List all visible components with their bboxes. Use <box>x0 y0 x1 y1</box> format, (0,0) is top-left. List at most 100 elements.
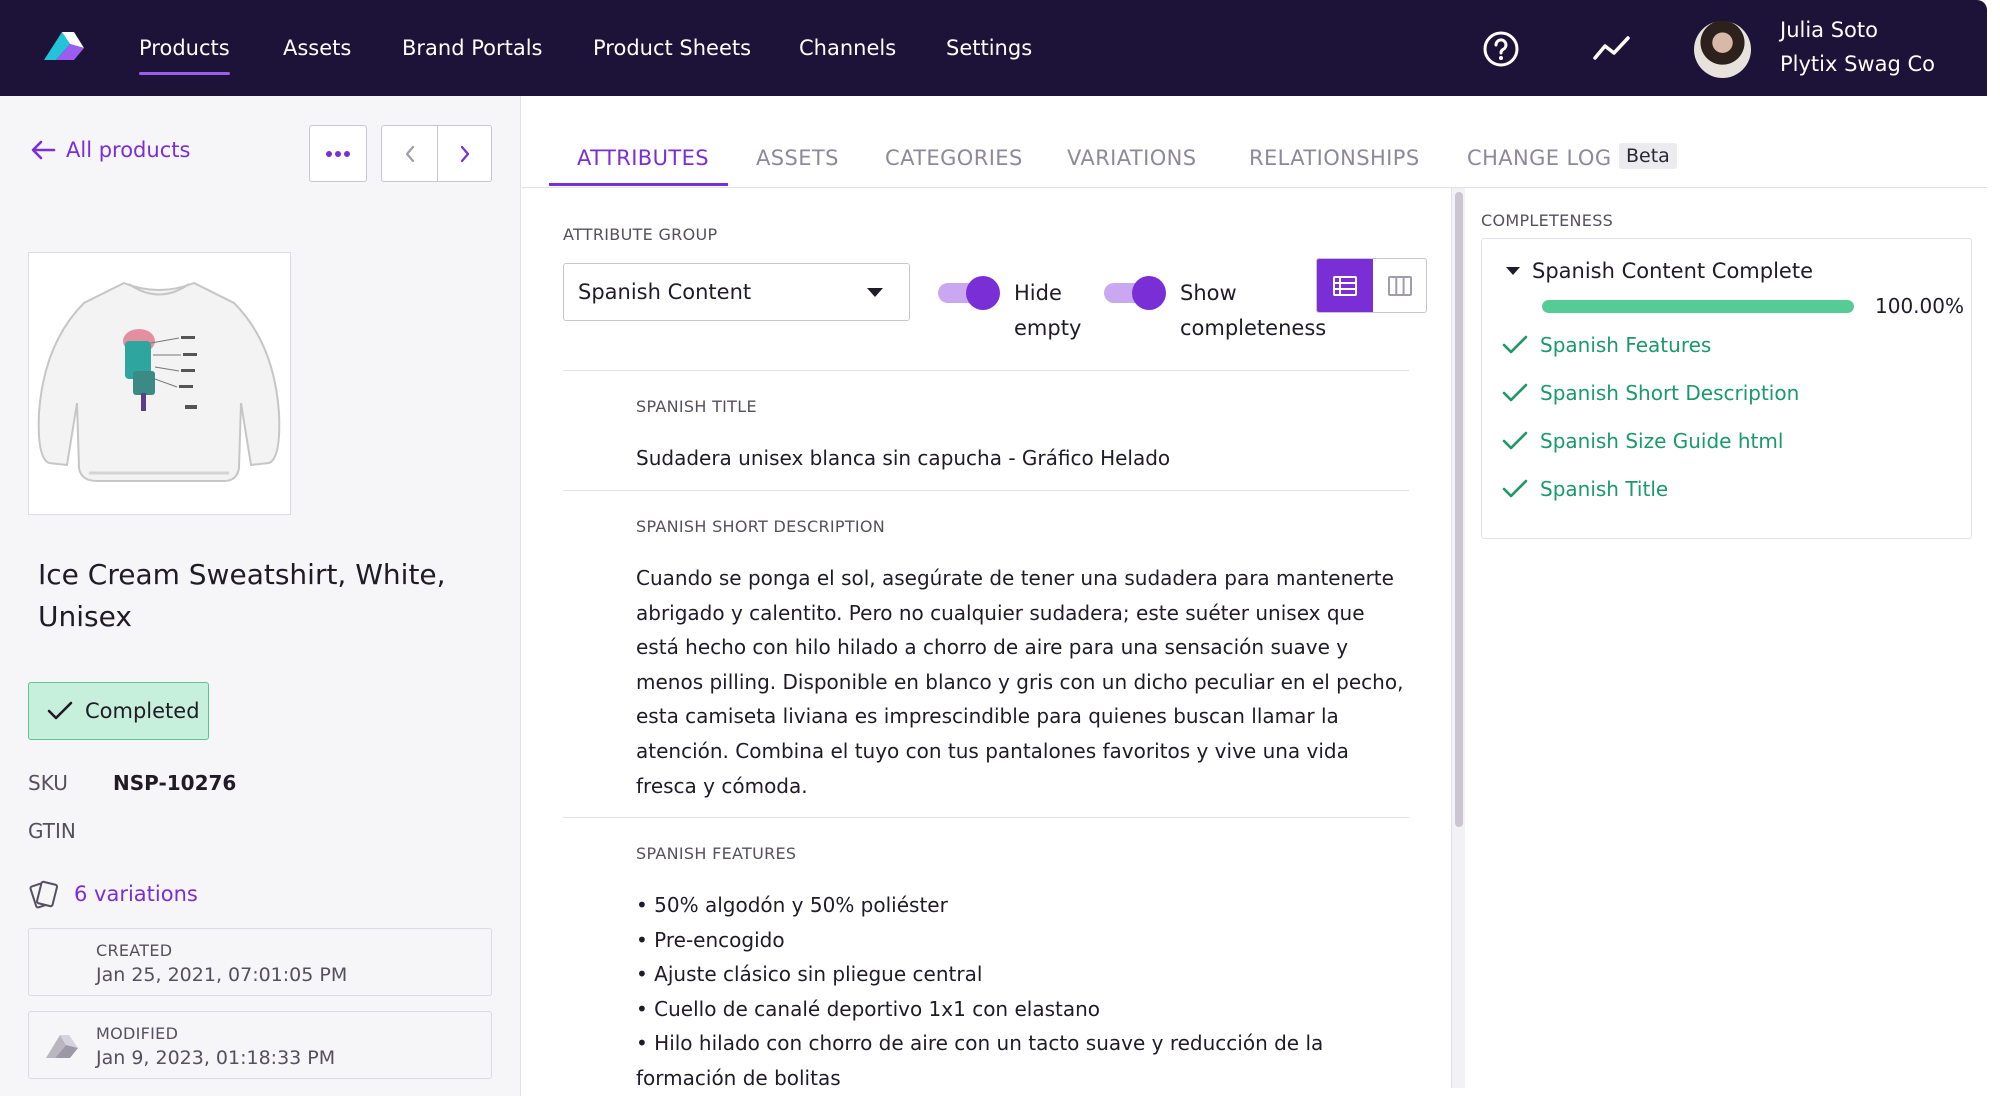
product-title: Ice Cream Sweatshirt, White, Unisex <box>38 558 446 633</box>
chevron-left-icon <box>405 145 414 162</box>
variations-icon <box>29 880 58 909</box>
attribute-group-label: ATTRIBUTE GROUP <box>563 225 718 244</box>
text-line: abrigado y calentito. Pero no cualquier … <box>636 600 1365 625</box>
created-value: Jan 25, 2021, 07:01:05 PM <box>96 964 348 986</box>
view-mode-switch <box>1316 258 1427 313</box>
completeness-progress-bar <box>1542 300 1854 313</box>
nav-channels[interactable]: Channels <box>799 36 896 60</box>
completeness-item-spanish-features[interactable]: Spanish Features <box>1502 333 1711 357</box>
tab-variations[interactable]: VARIATIONS <box>1067 146 1197 170</box>
text-line: • Pre-encogido <box>636 927 785 952</box>
plytix-logo-icon[interactable] <box>40 26 88 66</box>
completeness-item-spanish-size-guide[interactable]: Spanish Size Guide html <box>1502 429 1783 453</box>
status-label: Completed <box>85 699 200 723</box>
tab-relationships[interactable]: RELATIONSHIPS <box>1249 146 1420 170</box>
gtin-label: GTIN <box>28 819 76 843</box>
user-name[interactable]: Julia Soto <box>1780 18 1878 42</box>
avatar[interactable] <box>1694 21 1751 78</box>
show-completeness-toggle[interactable] <box>1104 276 1166 310</box>
content-scrollbar[interactable] <box>1451 188 1465 1088</box>
completeness-percent: 100.00% <box>1875 294 1964 318</box>
tab-categories[interactable]: CATEGORIES <box>885 146 1023 170</box>
check-icon <box>1502 431 1528 450</box>
scrollbar-thumb[interactable] <box>1455 192 1463 827</box>
tab-assets[interactable]: ASSETS <box>756 146 839 170</box>
arrow-left-icon <box>31 140 56 160</box>
tab-attributes[interactable]: ATTRIBUTES <box>577 146 709 170</box>
completeness-group-toggle[interactable]: Spanish Content Complete <box>1506 259 1813 283</box>
list-view-icon <box>1333 275 1357 296</box>
text-line: atención. Combina el tuyo con tus pantal… <box>636 738 1349 763</box>
caret-down-icon <box>867 288 883 297</box>
modified-value: Jan 9, 2023, 01:18:33 PM <box>96 1047 336 1069</box>
created-card: CREATED Jan 25, 2021, 07:01:05 PM <box>28 928 492 996</box>
tab-change-log[interactable]: CHANGE LOG <box>1467 146 1612 170</box>
toggle-knob <box>966 276 1000 310</box>
status-badge: Completed <box>28 682 209 740</box>
variations-link[interactable]: 6 variations <box>28 879 198 909</box>
attribute-group-select[interactable]: Spanish Content <box>563 263 910 321</box>
modified-card: MODIFIED Jan 9, 2023, 01:18:33 PM <box>28 1011 492 1079</box>
completeness-item-label: Spanish Title <box>1540 477 1669 501</box>
text-line: Cuando se ponga el sol, asegúrate de ten… <box>636 566 1394 590</box>
completeness-item-spanish-short-description[interactable]: Spanish Short Description <box>1502 381 1799 405</box>
text-line: formación de bolitas <box>636 1065 841 1090</box>
created-label: CREATED <box>96 941 173 960</box>
spanish-title-value[interactable]: Sudadera unisex blanca sin capucha - Grá… <box>636 441 1396 476</box>
text-line: fresca y cómoda. <box>636 773 808 798</box>
text-line: • Hilo hilado con chorro de aire con un … <box>636 1031 1324 1056</box>
spanish-features-label: SPANISH FEATURES <box>636 844 797 863</box>
completeness-item-label: Spanish Features <box>1540 333 1712 357</box>
active-tab-indicator <box>549 183 728 186</box>
more-actions-button[interactable] <box>309 125 367 182</box>
top-navigation-bar: Products Assets Brand Portals Product Sh… <box>0 0 1987 96</box>
spanish-short-description-label: SPANISH SHORT DESCRIPTION <box>636 517 886 536</box>
show-completeness-label: Show completeness <box>1180 276 1326 346</box>
show-completeness-label-line1: Show <box>1180 281 1237 305</box>
column-view-icon <box>1387 275 1412 296</box>
user-company[interactable]: Plytix Swag Co <box>1780 52 1935 76</box>
completeness-card: Spanish Content Complete 100.00% Spanish… <box>1481 238 1972 539</box>
divider <box>563 817 1409 818</box>
sku-value: NSP-10276 <box>113 771 237 795</box>
hide-empty-toggle[interactable] <box>938 276 1000 310</box>
nav-settings[interactable]: Settings <box>946 36 1032 60</box>
chevron-right-icon <box>460 145 469 162</box>
column-view-button[interactable] <box>1373 259 1426 312</box>
help-circle-icon[interactable] <box>1481 29 1521 69</box>
hide-empty-label-line1: Hide <box>1014 281 1062 305</box>
check-icon <box>1502 479 1528 498</box>
spanish-title-label: SPANISH TITLE <box>636 397 757 416</box>
nav-brand-portals[interactable]: Brand Portals <box>402 36 543 60</box>
sweatshirt-image <box>37 281 281 482</box>
text-line: menos pilling. Disponible en blanco y gr… <box>636 669 1404 694</box>
activity-icon[interactable] <box>1592 29 1632 69</box>
text-line: • Cuello de canalé deportivo 1x1 con ela… <box>636 996 1101 1021</box>
text-line: Sudadera unisex blanca sin capucha - Grá… <box>636 446 1171 470</box>
spanish-short-description-value[interactable]: Cuando se ponga el sol, asegúrate de ten… <box>636 561 1404 803</box>
previous-product-button[interactable] <box>381 125 438 182</box>
completeness-group-label: Spanish Content Complete <box>1532 259 1813 283</box>
hide-empty-label: Hide empty <box>1014 276 1081 346</box>
check-icon <box>47 701 73 720</box>
completeness-title: COMPLETENESS <box>1481 211 1614 230</box>
nav-product-sheets[interactable]: Product Sheets <box>593 36 751 60</box>
back-link-label: All products <box>66 138 191 162</box>
beta-badge: Beta <box>1619 143 1677 169</box>
check-icon <box>1502 383 1528 402</box>
list-view-button[interactable] <box>1317 259 1373 312</box>
nav-assets[interactable]: Assets <box>283 36 351 60</box>
product-thumbnail[interactable] <box>28 252 291 515</box>
toggle-knob <box>1132 276 1166 310</box>
show-completeness-label-line2: completeness <box>1180 316 1327 340</box>
nav-products[interactable]: Products <box>139 36 230 75</box>
progress-fill <box>1542 300 1854 313</box>
back-to-all-products-link[interactable]: All products <box>30 138 190 162</box>
text-line: está hecho con hilo hilado a chorro de a… <box>636 635 1349 660</box>
check-icon <box>1502 335 1528 354</box>
spanish-features-value[interactable]: • 50% algodón y 50% poliéster • Pre-enco… <box>636 888 1396 1096</box>
completeness-item-spanish-title[interactable]: Spanish Title <box>1502 477 1668 501</box>
modified-label: MODIFIED <box>96 1024 179 1043</box>
completeness-item-label: Spanish Short Description <box>1540 381 1800 405</box>
next-product-button[interactable] <box>437 125 492 182</box>
